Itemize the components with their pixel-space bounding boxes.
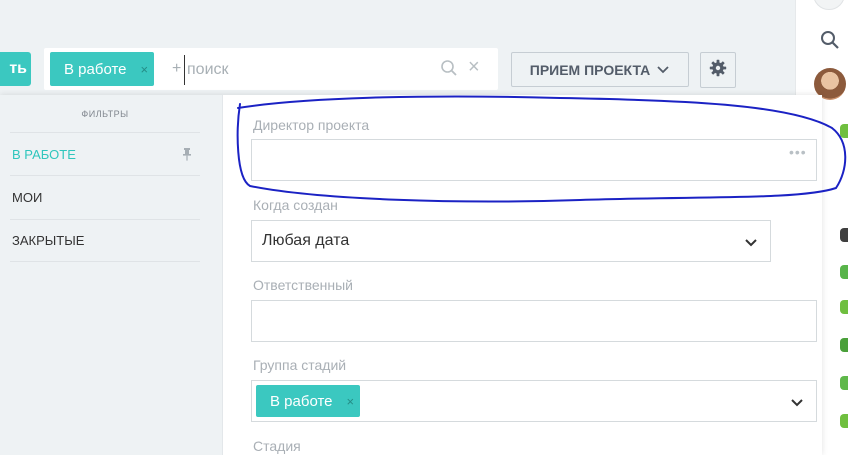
rail-indicator (840, 376, 848, 390)
project-type-button[interactable]: ПРИЕМ ПРОЕКТА (511, 52, 689, 87)
created-date-select[interactable]: Любая дата (251, 220, 771, 262)
rail-indicator (840, 124, 848, 138)
search-filter-chip[interactable]: В работе × (50, 52, 155, 86)
stage-group-label: Группа стадий (253, 357, 347, 373)
chip-remove-icon[interactable]: × (347, 394, 355, 409)
chip-remove-icon[interactable]: × (141, 62, 149, 77)
chevron-down-icon (790, 395, 804, 413)
rail-indicator (840, 265, 848, 279)
stage-group-chip[interactable]: В работе × (256, 385, 361, 417)
search-icon[interactable] (820, 30, 840, 55)
rail-indicator (840, 300, 848, 314)
rail-indicator (840, 414, 848, 428)
add-button-label: ть (9, 60, 27, 77)
chevron-down-icon (744, 235, 758, 253)
filter-item-closed[interactable]: ЗАКРЫТЫЕ (10, 219, 200, 262)
search-filter-chip-label: В работе (64, 60, 127, 78)
rail-indicator (840, 228, 848, 242)
search-icon[interactable] (440, 59, 458, 82)
director-field[interactable] (251, 139, 817, 181)
filter-item-mine[interactable]: МОИ (10, 175, 200, 218)
pin-icon[interactable] (182, 147, 192, 164)
more-icon[interactable]: ••• (789, 144, 807, 160)
gear-icon (709, 59, 727, 82)
rail-top-button[interactable] (813, 0, 845, 10)
filter-item-label: МОИ (12, 189, 43, 205)
filter-item-in-progress[interactable]: В РАБОТЕ (10, 132, 200, 175)
search-box[interactable]: В работе × + × (44, 48, 498, 90)
director-label: Директор проекта (253, 117, 370, 133)
chevron-down-icon (656, 62, 670, 78)
filter-item-label: В РАБОТЕ (12, 146, 76, 162)
clear-search-icon[interactable]: × (468, 56, 480, 79)
responsible-field[interactable] (251, 300, 817, 342)
stage-group-chip-label: В работе (270, 392, 333, 410)
plus-icon: + (172, 60, 182, 77)
project-type-button-label: ПРИЕМ ПРОЕКТА (529, 61, 651, 78)
responsible-label: Ответственный (253, 277, 353, 293)
filters-title: ФИЛЬТРЫ (81, 109, 129, 119)
created-label: Когда создан (253, 197, 338, 213)
rail-indicator (840, 338, 848, 352)
filter-item-label: ЗАКРЫТЫЕ (12, 233, 85, 248)
stage-group-select[interactable]: В работе × (251, 380, 817, 422)
add-button[interactable]: ть (0, 52, 31, 86)
search-input[interactable] (184, 55, 439, 85)
settings-button[interactable] (700, 52, 736, 88)
filters-panel: ФИЛЬТРЫ В РАБОТЕ МОИ ЗАКРЫТЫЕ (0, 95, 223, 455)
stage-label: Стадия (253, 438, 301, 454)
created-date-value: Любая дата (262, 232, 350, 249)
